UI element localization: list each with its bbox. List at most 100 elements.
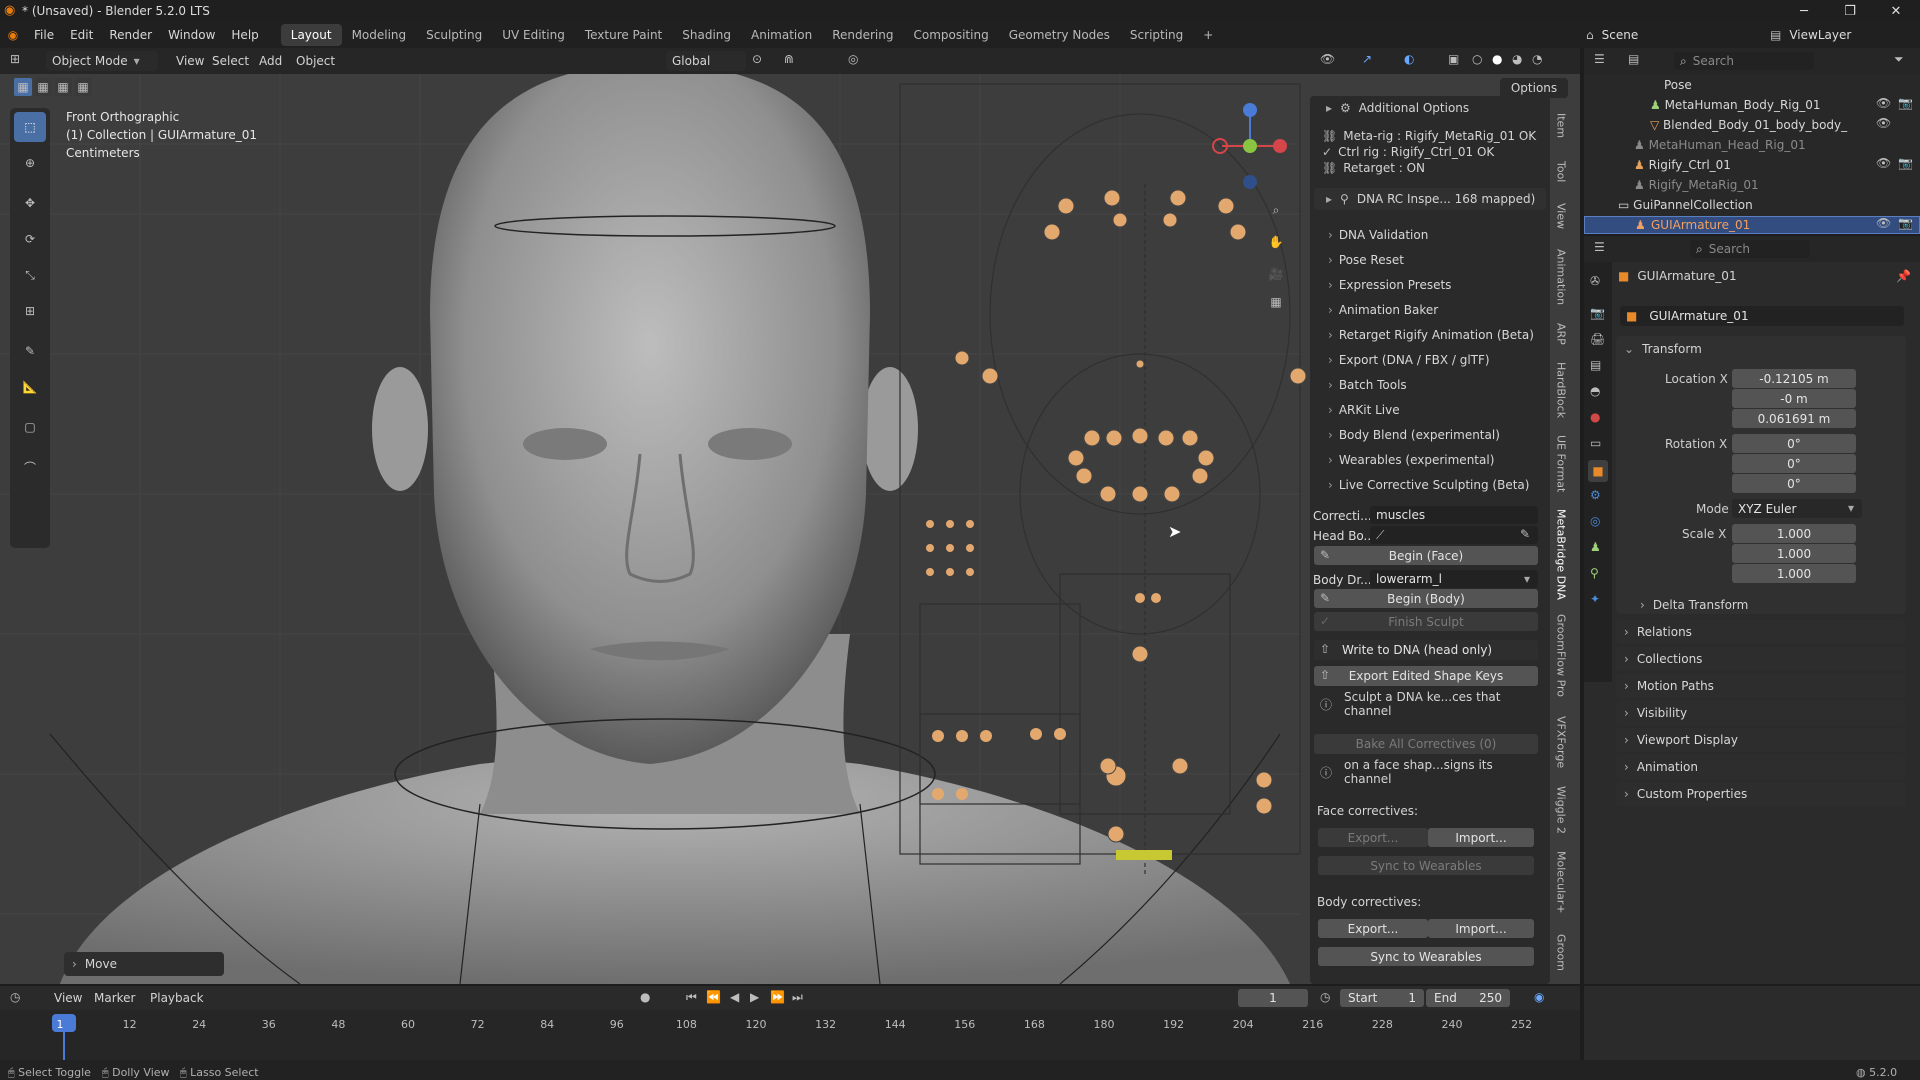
- visibility-icon[interactable]: 👁: [1320, 52, 1335, 66]
- camera-view-icon[interactable]: 🎥: [1264, 262, 1288, 286]
- viewlayer-tab-icon[interactable]: ▤: [1590, 358, 1601, 372]
- constraint-tab-icon[interactable]: ♟: [1590, 540, 1601, 554]
- snap-icon[interactable]: ⋒: [784, 52, 794, 66]
- rotate-icon[interactable]: ⟳: [14, 224, 46, 254]
- face-sync-button[interactable]: Sync to Wearables: [1318, 856, 1534, 875]
- vtab-arp[interactable]: ARP: [1551, 316, 1571, 352]
- tab-uv-editing[interactable]: UV Editing: [492, 24, 575, 46]
- timeline-menu-playback[interactable]: Playback: [150, 991, 204, 1005]
- camera-icon[interactable]: 📷: [1898, 96, 1913, 110]
- location-z-field[interactable]: 0.061691 m: [1732, 409, 1856, 428]
- bone-tab-icon[interactable]: ✦: [1590, 592, 1600, 606]
- select-box-icon[interactable]: ⬚: [14, 112, 46, 142]
- delta-transform-header[interactable]: › Delta Transform: [1640, 598, 1748, 612]
- rotation-y-field[interactable]: 0°: [1732, 454, 1856, 473]
- tab-geometry-nodes[interactable]: Geometry Nodes: [999, 24, 1120, 46]
- vtab-molecular[interactable]: Molecular+: [1551, 844, 1571, 920]
- proportional-edit-icon[interactable]: ◎: [848, 52, 858, 66]
- tab-texture-paint[interactable]: Texture Paint: [575, 24, 672, 46]
- select-new-icon[interactable]: ▦: [14, 78, 32, 96]
- material-shading-icon[interactable]: ◕: [1512, 52, 1522, 66]
- filter-icon[interactable]: ⏷: [1894, 52, 1904, 67]
- select-subtract-icon[interactable]: ▦: [54, 78, 72, 96]
- tab-sculpting[interactable]: Sculpting: [416, 24, 492, 46]
- end-frame-field[interactable]: End 250: [1426, 989, 1510, 1007]
- vtab-metabridge-dna[interactable]: MetaBridge DNA: [1551, 504, 1571, 604]
- timeline-menu-marker[interactable]: Marker: [94, 991, 135, 1005]
- transform-orientation-dropdown[interactable]: Global: [666, 51, 746, 71]
- write-dna-button[interactable]: ⇧ Write to DNA (head only): [1314, 640, 1538, 660]
- menu-edit[interactable]: Edit: [62, 22, 101, 48]
- section-custom-properties[interactable]: Custom Properties: [1616, 782, 1906, 806]
- outliner-item-head-rig[interactable]: ♟ MetaHuman_Head_Rig_01: [1634, 138, 1806, 152]
- display-mode-icon[interactable]: ▤: [1628, 52, 1639, 66]
- npanel-item-expression-presets[interactable]: Expression Presets: [1328, 278, 1452, 292]
- record-icon[interactable]: ●: [640, 990, 650, 1004]
- select-invert-icon[interactable]: ▦: [74, 78, 92, 96]
- viewport-menu-object[interactable]: Object: [296, 54, 335, 68]
- options-dropdown[interactable]: Options: [1500, 78, 1568, 98]
- npanel-item-batch-tools[interactable]: Batch Tools: [1328, 378, 1407, 392]
- menu-file[interactable]: File: [26, 22, 62, 48]
- data-tab-icon[interactable]: ⚲: [1590, 566, 1599, 580]
- vtab-item[interactable]: Item: [1551, 106, 1571, 146]
- jump-end-icon[interactable]: ⏭: [792, 990, 803, 1005]
- xray-icon[interactable]: ▣: [1448, 52, 1459, 66]
- npanel-item-arkit-live[interactable]: ARKit Live: [1328, 403, 1400, 417]
- rotation-mode-dropdown[interactable]: XYZ Euler ▾: [1732, 499, 1862, 518]
- npanel-item-dna-validation[interactable]: DNA Validation: [1328, 228, 1429, 242]
- menu-help[interactable]: Help: [223, 22, 266, 48]
- world-tab-icon[interactable]: ●: [1590, 410, 1600, 424]
- outliner-item-pose[interactable]: Pose: [1664, 78, 1692, 92]
- maximize-button[interactable]: ❐: [1827, 0, 1873, 22]
- collection-tab-icon[interactable]: ▭: [1590, 436, 1601, 450]
- tab-layout[interactable]: Layout: [280, 24, 342, 46]
- scene-tab-icon[interactable]: ◓: [1590, 384, 1600, 398]
- npanel-item-export[interactable]: Export (DNA / FBX / glTF): [1328, 353, 1490, 367]
- add-cube-icon[interactable]: ▢: [14, 412, 46, 442]
- pan-hand-icon[interactable]: ✋: [1264, 230, 1288, 254]
- begin-face-button[interactable]: ✎ Begin (Face): [1314, 546, 1538, 565]
- camera-icon[interactable]: 📷: [1898, 156, 1913, 170]
- tab-scripting[interactable]: Scripting: [1120, 24, 1193, 46]
- add-workspace-button[interactable]: +: [1193, 24, 1223, 46]
- current-frame-field[interactable]: 1: [1238, 989, 1308, 1007]
- wireframe-shading-icon[interactable]: ○: [1472, 52, 1482, 66]
- rendered-shading-icon[interactable]: ◔: [1532, 52, 1542, 66]
- section-relations[interactable]: Relations: [1616, 620, 1906, 644]
- modifier-tab-icon[interactable]: ⚙: [1590, 488, 1601, 502]
- editor-type-icon[interactable]: ⊞: [10, 52, 20, 66]
- scale-x-field[interactable]: 1.000: [1732, 524, 1856, 543]
- vtab-tool[interactable]: Tool: [1551, 152, 1571, 192]
- scale-z-field[interactable]: 1.000: [1732, 564, 1856, 583]
- viewlayer-selector[interactable]: ▤ ViewLayer: [1770, 25, 1900, 45]
- body-driver-dropdown[interactable]: lowerarm_l ▾: [1370, 570, 1538, 588]
- move-icon[interactable]: ✥: [14, 188, 46, 218]
- scale-icon[interactable]: ⤡: [14, 260, 46, 290]
- npanel-item-live-corrective[interactable]: Live Corrective Sculpting (Beta): [1328, 478, 1530, 492]
- vtab-view[interactable]: View: [1551, 196, 1571, 236]
- gizmo-icon[interactable]: ↗: [1362, 52, 1372, 66]
- curve-icon[interactable]: ⌒: [14, 452, 46, 482]
- viewport-menu-view[interactable]: View: [176, 54, 204, 68]
- properties-search-input[interactable]: ⌕ Search: [1690, 240, 1810, 258]
- outliner-item-body-rig[interactable]: ♟ MetaHuman_Body_Rig_01: [1650, 98, 1821, 112]
- tab-modeling[interactable]: Modeling: [342, 24, 417, 46]
- location-x-field[interactable]: -0.12105 m: [1732, 369, 1856, 388]
- npanel-item-body-blend[interactable]: Body Blend (experimental): [1328, 428, 1500, 442]
- select-extend-icon[interactable]: ▦: [34, 78, 52, 96]
- jump-start-icon[interactable]: ⏮: [686, 990, 697, 1005]
- eye-icon[interactable]: 👁: [1876, 96, 1891, 110]
- vtab-ue-format[interactable]: UE Format: [1551, 428, 1571, 500]
- ortho-grid-icon[interactable]: ▦: [1264, 290, 1288, 314]
- vtab-vfxforge[interactable]: VFXForge: [1551, 708, 1571, 776]
- body-import-button[interactable]: Import...: [1428, 919, 1534, 938]
- output-tab-icon[interactable]: 🖨: [1590, 332, 1605, 346]
- start-frame-field[interactable]: Start 1: [1340, 989, 1424, 1007]
- vtab-animation[interactable]: Animation: [1551, 242, 1571, 312]
- head-bone-field[interactable]: ⟋ ✎: [1370, 526, 1538, 544]
- outliner-item-ctrl-rig[interactable]: ♟ Rigify_Ctrl_01: [1634, 158, 1731, 172]
- viewport-menu-add[interactable]: Add: [259, 54, 282, 68]
- section-visibility[interactable]: Visibility: [1616, 701, 1906, 725]
- object-tab-icon[interactable]: ■: [1588, 460, 1608, 482]
